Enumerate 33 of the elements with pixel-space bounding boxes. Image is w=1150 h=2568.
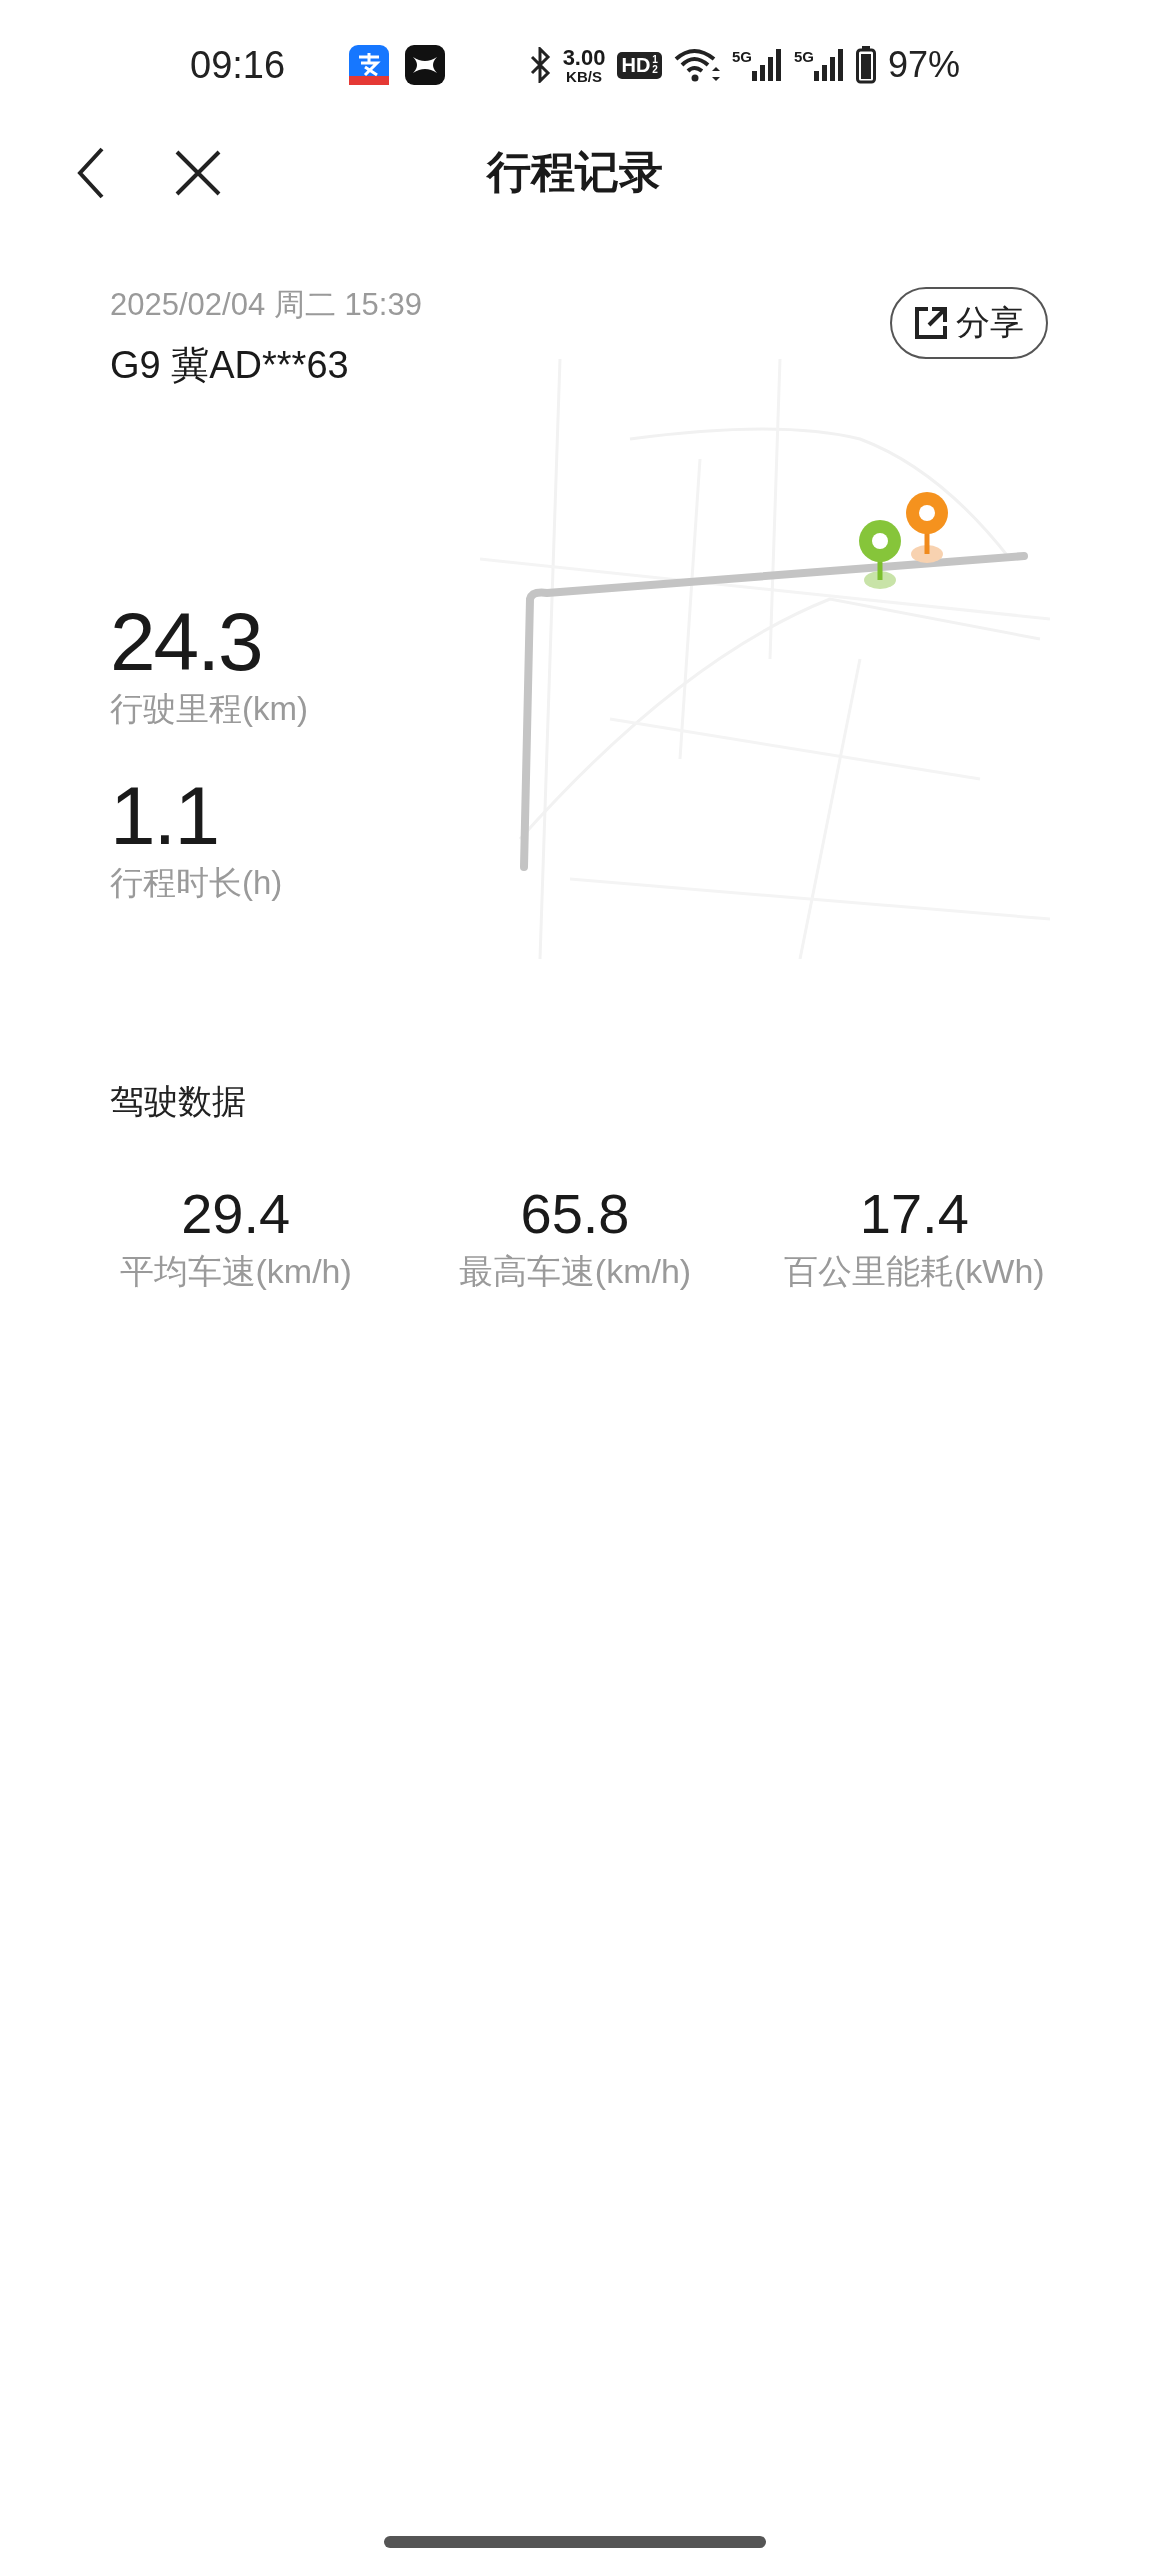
bluetooth-icon bbox=[528, 47, 551, 83]
battery-level: 97% bbox=[887, 44, 960, 86]
end-pin-icon bbox=[906, 492, 948, 563]
share-icon bbox=[914, 306, 948, 340]
metric-value: 29.4 bbox=[181, 1181, 291, 1247]
metric-label: 平均车速(km/h) bbox=[119, 1251, 352, 1292]
start-pin-icon bbox=[859, 520, 901, 589]
section-title: 驾驶数据 bbox=[110, 1081, 247, 1122]
stat-label: 行程时长(h) bbox=[110, 863, 284, 903]
app-icon bbox=[349, 45, 390, 85]
app-icon bbox=[405, 45, 446, 85]
metric-label: 最高车速(km/h) bbox=[458, 1251, 692, 1292]
stat-value: 24.3 bbox=[110, 597, 263, 687]
signal-icon bbox=[751, 49, 782, 81]
metric-label: 百公里能耗(kWh) bbox=[784, 1251, 1045, 1292]
status-time: 09:16 bbox=[190, 43, 286, 87]
wifi-icon bbox=[673, 47, 720, 83]
network-speed: 3.00 bbox=[562, 46, 606, 69]
signal-icon bbox=[813, 49, 844, 81]
battery-icon bbox=[855, 46, 876, 84]
network-type: 5G bbox=[731, 49, 752, 64]
share-button[interactable]: 分享 bbox=[890, 287, 1048, 359]
stat-label: 行驶里程(km) bbox=[110, 689, 309, 729]
vehicle-plate: G9 冀AD***63 bbox=[110, 343, 350, 387]
back-icon bbox=[76, 146, 106, 199]
metric-value: 65.8 bbox=[520, 1181, 630, 1247]
metric-value: 17.4 bbox=[859, 1181, 969, 1247]
network-speed-unit: KB/S bbox=[566, 68, 602, 84]
stat-value: 1.1 bbox=[110, 771, 219, 861]
close-icon bbox=[174, 148, 222, 197]
network-type: 5G bbox=[793, 49, 814, 64]
page-title: 行程记录 bbox=[487, 146, 663, 198]
trip-datetime: 2025/02/04 周二 15:39 bbox=[110, 287, 423, 323]
